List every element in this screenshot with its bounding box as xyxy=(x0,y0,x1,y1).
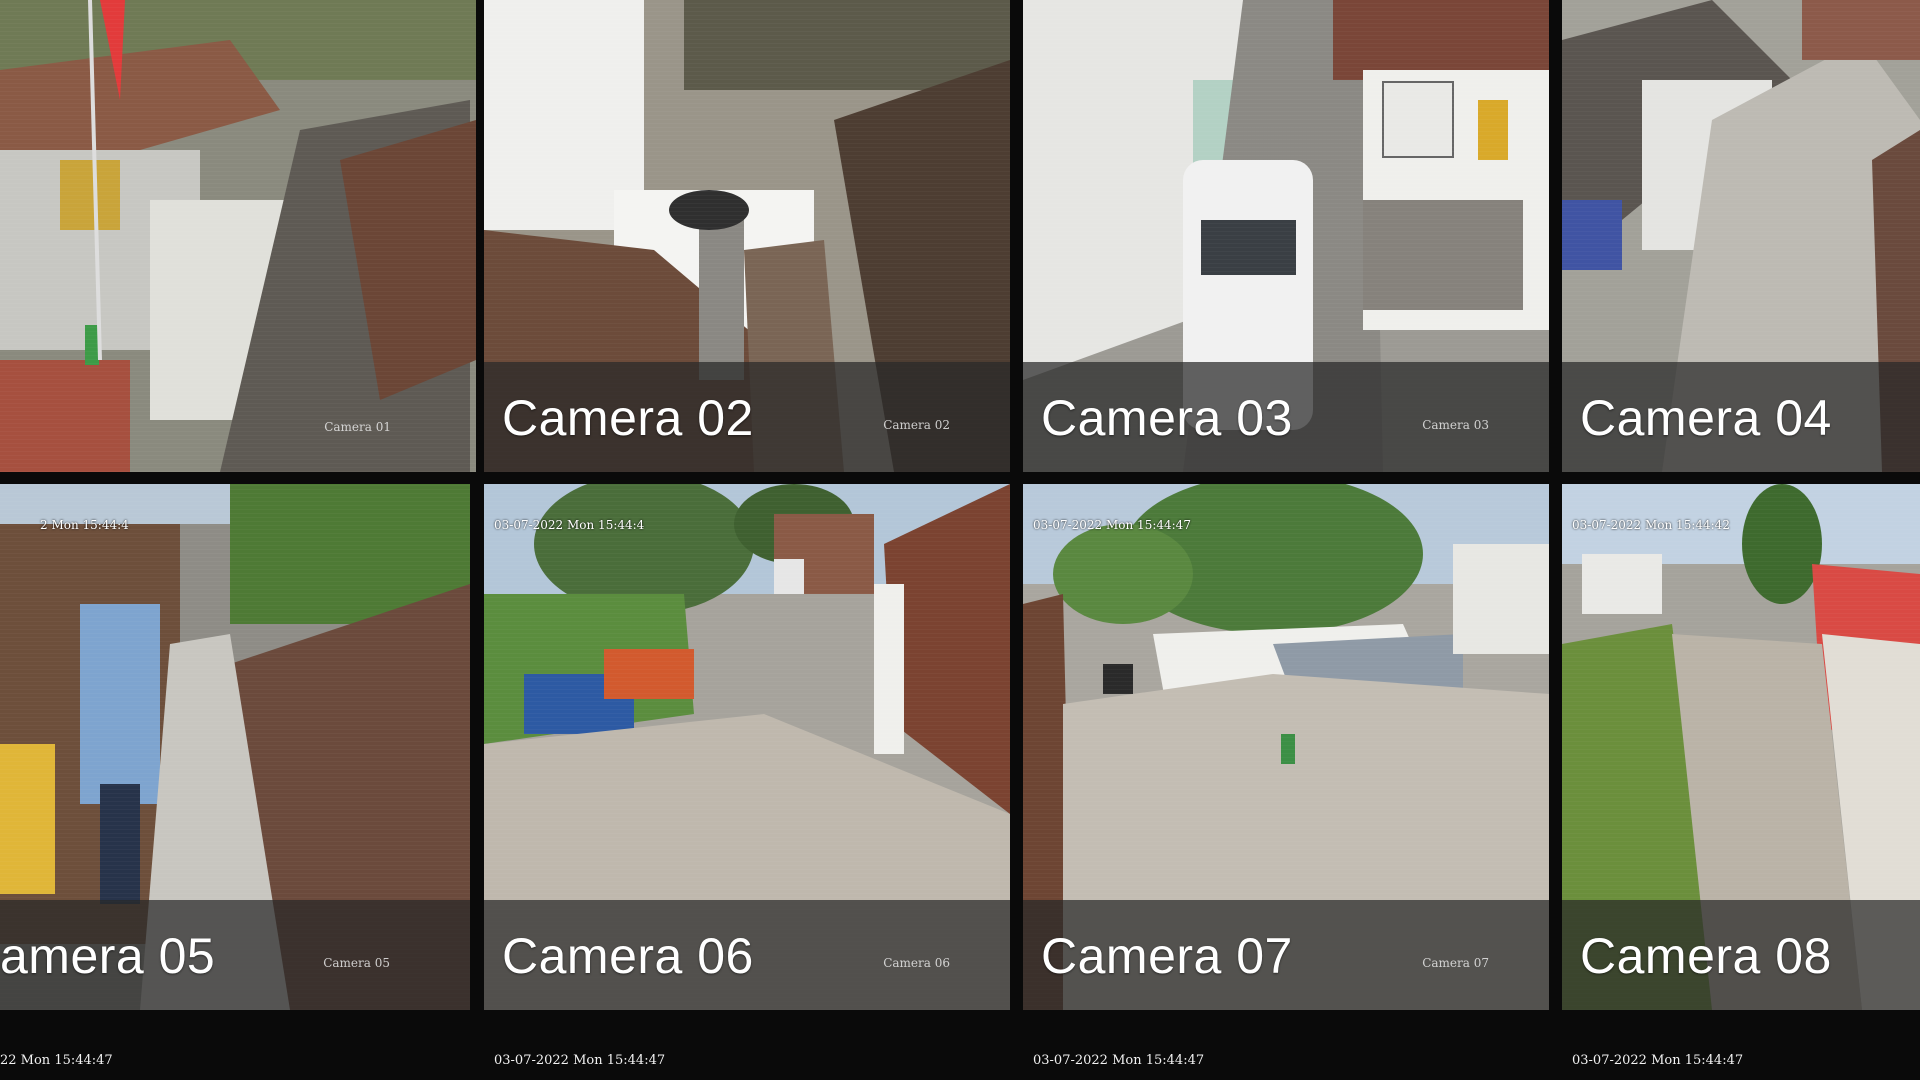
camera-tile-01[interactable]: Camera 01 xyxy=(0,0,476,472)
camera-osd-name: Camera 02 xyxy=(883,418,950,432)
camera-grid: Camera 01 Camera 02 Camera 02 Camera 03 … xyxy=(0,0,1920,1010)
camera-label: Camera 07 xyxy=(1041,928,1293,984)
camera-tile-02[interactable]: Camera 02 Camera 02 xyxy=(484,0,1010,472)
camera-tile-03[interactable]: Camera 03 Camera 03 xyxy=(1023,0,1549,472)
camera-osd-name: Camera 01 xyxy=(324,420,391,434)
camera-label: Camera 02 xyxy=(502,390,754,446)
camera-label: Camera 08 xyxy=(1580,928,1832,984)
camera-osd-name: Camera 07 xyxy=(1422,956,1489,970)
camera-osd-name: Camera 03 xyxy=(1422,418,1489,432)
footer-timestamp-3: 03-07-2022 Mon 15:44:47 xyxy=(1033,1053,1205,1068)
camera-tile-07[interactable]: 03-07-2022 Mon 15:44:47 Camera 07 Camera… xyxy=(1023,484,1549,1010)
camera-osd-timestamp: 2 Mon 15:44:4 xyxy=(40,518,129,532)
camera-tile-08[interactable]: 03-07-2022 Mon 15:44:42 Camera 08 xyxy=(1562,484,1920,1010)
camera-osd-name: Camera 05 xyxy=(323,956,390,970)
camera-osd-timestamp: 03-07-2022 Mon 15:44:42 xyxy=(1572,518,1730,532)
footer-timestamp-2: 03-07-2022 Mon 15:44:47 xyxy=(494,1053,666,1068)
camera-tile-05[interactable]: 2 Mon 15:44:4 amera 05 Camera 05 xyxy=(0,484,470,1010)
camera-osd-timestamp: 03-07-2022 Mon 15:44:4 xyxy=(494,518,645,532)
camera-tile-06[interactable]: 03-07-2022 Mon 15:44:4 Camera 06 Camera … xyxy=(484,484,1010,1010)
camera-osd-name: Camera 06 xyxy=(883,956,950,970)
camera-label: Camera 03 xyxy=(1041,390,1293,446)
camera-feed-01 xyxy=(0,0,476,472)
camera-tile-04[interactable]: Camera 04 xyxy=(1562,0,1920,472)
footer-timestamp-1: 22 Mon 15:44:47 xyxy=(0,1053,113,1068)
camera-label: Camera 04 xyxy=(1580,390,1832,446)
camera-label: Camera 06 xyxy=(502,928,754,984)
camera-osd-timestamp: 03-07-2022 Mon 15:44:47 xyxy=(1033,518,1191,532)
footer-timestamp-4: 03-07-2022 Mon 15:44:47 xyxy=(1572,1053,1744,1068)
camera-label: amera 05 xyxy=(0,928,216,984)
